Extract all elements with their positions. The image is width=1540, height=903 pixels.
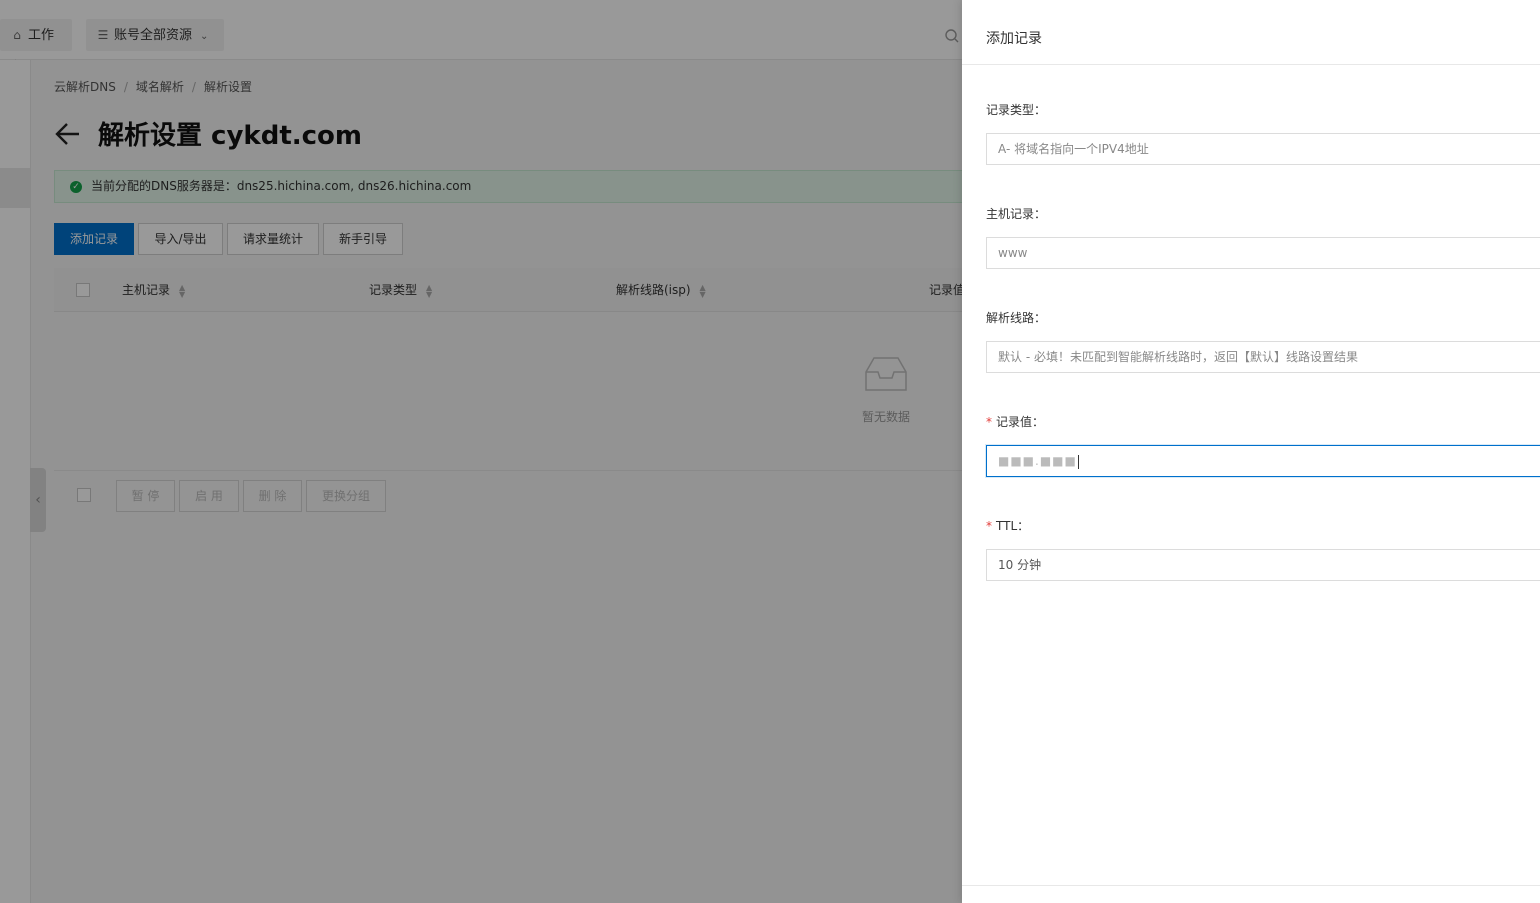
record-type-select[interactable]: A- 将域名指向一个IPV4地址 [986,133,1540,165]
record-type-label: 记录类型： [986,103,1047,117]
modal-overlay[interactable] [0,0,962,903]
record-value-label-row: * 记录值： [986,413,1044,430]
drawer-header: 添加记录 [962,10,1540,65]
resolve-line-label: 解析线路： [986,311,1047,325]
required-mark: * [986,519,992,533]
drawer-footer-divider [962,885,1540,886]
text-caret [1077,454,1079,469]
required-mark: * [986,415,992,429]
drawer-title: 添加记录 [986,31,1042,47]
add-record-drawer: 添加记录 记录类型： A- 将域名指向一个IPV4地址 主机记录： www 解析… [962,0,1540,903]
host-record-label: 主机记录： [986,207,1047,221]
resolve-line-select[interactable]: 默认 - 必填！未匹配到智能解析线路时，返回【默认】线路设置结果 [986,341,1540,373]
ttl-label: TTL： [996,519,1030,533]
ttl-label-row: * TTL： [986,517,1029,534]
record-value-input[interactable]: ■■■.■■■ [986,445,1540,477]
record-value-label: 记录值： [996,415,1045,429]
host-record-input[interactable]: www [986,237,1540,269]
ttl-select[interactable]: 10 分钟 [986,549,1540,581]
record-value-text: ■■■.■■■ [998,454,1077,468]
